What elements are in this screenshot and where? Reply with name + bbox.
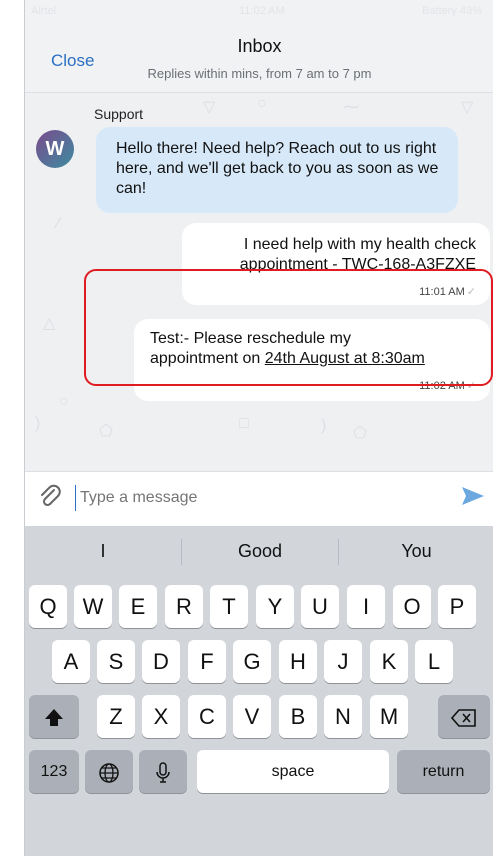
message-composer xyxy=(25,471,493,526)
chat-area[interactable]: ▽ ○ ⁓ ▽ ∕ △ ○ ) ⬠ □ ) ⬠ Support W Hello … xyxy=(25,93,493,471)
key-r[interactable]: R xyxy=(165,585,203,628)
key-i[interactable]: I xyxy=(347,585,385,628)
delete-key-icon[interactable] xyxy=(438,695,490,738)
key-n[interactable]: N xyxy=(324,695,362,738)
key-z[interactable]: Z xyxy=(97,695,135,738)
key-b[interactable]: B xyxy=(279,695,317,738)
on-screen-keyboard: I Good You Q W E R T Y U I O P A S D F G… xyxy=(25,526,493,856)
numbers-key[interactable]: 123 xyxy=(29,750,79,793)
key-x[interactable]: X xyxy=(142,695,180,738)
key-k[interactable]: K xyxy=(370,640,408,683)
reply-time-subtitle: Replies within mins, from 7 am to 7 pm xyxy=(147,66,372,81)
doodle-circle-icon: ○ xyxy=(59,393,69,410)
globe-icon[interactable] xyxy=(85,750,133,793)
key-c[interactable]: C xyxy=(188,695,226,738)
key-e[interactable]: E xyxy=(119,585,157,628)
avatar: W xyxy=(36,130,74,168)
key-j[interactable]: J xyxy=(324,640,362,683)
outgoing-message-line: I need help with my health check xyxy=(243,236,476,253)
prediction-suggestion[interactable]: Good xyxy=(182,526,338,576)
phone-screen: Airtel 11:02 AM Battery 43% Close Inbox … xyxy=(24,0,493,856)
doodle-triangle-icon: ▽ xyxy=(203,99,216,116)
doodle-pentagon-icon: ⬠ xyxy=(353,425,367,442)
doodle-triangle-icon: △ xyxy=(43,315,56,332)
key-q[interactable]: Q xyxy=(29,585,67,628)
key-u[interactable]: U xyxy=(301,585,339,628)
incoming-message-text: Hello there! Need help? Reach out to us … xyxy=(116,140,439,197)
doodle-line-icon: ⁓ xyxy=(343,99,359,116)
prediction-suggestion[interactable]: You xyxy=(339,526,493,576)
key-o[interactable]: O xyxy=(393,585,431,628)
doodle-square-icon: □ xyxy=(239,415,249,432)
page-title: Inbox xyxy=(237,36,282,56)
key-p[interactable]: P xyxy=(438,585,476,628)
doodle-circle-icon: ○ xyxy=(257,95,267,112)
doodle-line-icon: ) xyxy=(35,415,41,432)
battery-label: Battery 43% xyxy=(422,5,482,17)
predictive-text-bar: I Good You xyxy=(25,526,493,576)
return-key[interactable]: return xyxy=(397,750,490,793)
microphone-icon[interactable] xyxy=(139,750,187,793)
doodle-line-icon: ) xyxy=(321,417,327,434)
incoming-message-bubble: Hello there! Need help? Reach out to us … xyxy=(96,127,458,213)
carrier-label: Airtel xyxy=(31,5,57,17)
prediction-suggestion[interactable]: I xyxy=(25,526,181,576)
key-m[interactable]: M xyxy=(370,695,408,738)
send-arrow-icon[interactable] xyxy=(460,484,486,515)
shift-arrow-icon[interactable] xyxy=(29,695,79,738)
paperclip-icon[interactable] xyxy=(39,484,61,516)
key-d[interactable]: D xyxy=(142,640,180,683)
key-h[interactable]: H xyxy=(279,640,317,683)
key-w[interactable]: W xyxy=(74,585,112,628)
sender-name: Support xyxy=(94,106,144,122)
key-l[interactable]: L xyxy=(415,640,453,683)
inbox-header: Close Inbox Replies within mins, from 7 … xyxy=(25,24,493,93)
key-f[interactable]: F xyxy=(188,640,226,683)
doodle-pentagon-icon: ⬠ xyxy=(99,423,113,440)
status-time: 11:02 AM xyxy=(239,5,285,17)
key-y[interactable]: Y xyxy=(256,585,294,628)
key-v[interactable]: V xyxy=(233,695,271,738)
key-s[interactable]: S xyxy=(97,640,135,683)
doodle-line-icon: ∕ xyxy=(57,215,60,232)
space-key[interactable]: space xyxy=(197,750,389,793)
status-bar: Airtel 11:02 AM Battery 43% xyxy=(25,0,493,24)
key-a[interactable]: A xyxy=(52,640,90,683)
highlight-box xyxy=(84,269,493,386)
key-g[interactable]: G xyxy=(233,640,271,683)
message-input[interactable] xyxy=(75,485,462,511)
key-t[interactable]: T xyxy=(210,585,248,628)
doodle-triangle-icon: ▽ xyxy=(461,99,474,116)
